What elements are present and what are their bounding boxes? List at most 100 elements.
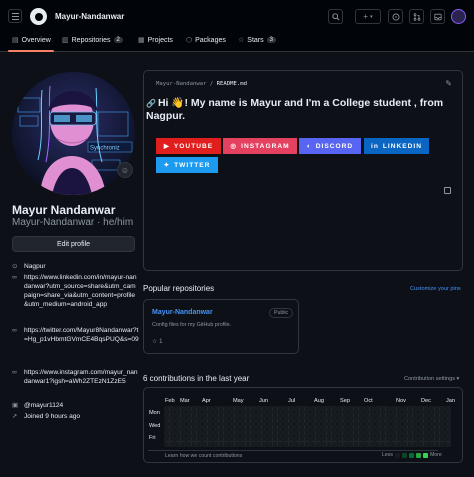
contribution-cell[interactable] xyxy=(336,417,343,424)
contribution-cell[interactable] xyxy=(218,429,224,436)
contribution-cell[interactable] xyxy=(380,435,386,442)
contribution-cell[interactable] xyxy=(417,406,424,412)
contribution-cell[interactable] xyxy=(385,429,392,436)
contribution-cell[interactable] xyxy=(363,411,370,418)
contribution-cell[interactable] xyxy=(212,423,219,430)
contribution-cell[interactable] xyxy=(277,441,284,448)
contribution-cell[interactable] xyxy=(261,423,268,430)
contribution-cell[interactable] xyxy=(326,435,332,442)
contribution-cell[interactable] xyxy=(336,429,343,436)
contribution-cell[interactable] xyxy=(407,411,413,418)
contribution-cell[interactable] xyxy=(439,423,446,430)
contribution-cell[interactable] xyxy=(326,406,332,412)
badge-instagram[interactable]: ◎ INSTAGRAM xyxy=(223,138,297,154)
contribution-cell[interactable] xyxy=(218,435,224,442)
contribution-cell[interactable] xyxy=(218,406,224,412)
contribution-cell[interactable] xyxy=(191,423,197,430)
contribution-cell[interactable] xyxy=(309,435,316,442)
contribution-cell[interactable] xyxy=(234,417,241,424)
contribution-cell[interactable] xyxy=(169,411,176,418)
contribution-cell[interactable] xyxy=(326,423,332,430)
contribution-cell[interactable] xyxy=(374,441,381,448)
contribution-cell[interactable] xyxy=(255,435,262,442)
contribution-cell[interactable] xyxy=(201,441,208,448)
customize-pins-link[interactable]: Customize your pins xyxy=(410,286,461,292)
contribution-cell[interactable] xyxy=(164,417,170,424)
contribution-cell[interactable] xyxy=(250,435,257,442)
contribution-cell[interactable] xyxy=(331,406,338,412)
contribution-cell[interactable] xyxy=(444,411,451,418)
contribution-cell[interactable] xyxy=(255,417,262,424)
contribution-cell[interactable] xyxy=(304,435,311,442)
github-logo[interactable] xyxy=(30,8,47,25)
contribution-cell[interactable] xyxy=(412,441,419,448)
contribution-cell[interactable] xyxy=(250,441,257,448)
contribution-cell[interactable] xyxy=(331,441,338,448)
user-avatar-small[interactable] xyxy=(451,9,466,24)
contribution-cell[interactable] xyxy=(299,411,305,418)
contribution-cell[interactable] xyxy=(407,406,413,412)
contribution-cell[interactable] xyxy=(347,435,354,442)
contribution-cell[interactable] xyxy=(315,417,322,424)
contribution-cell[interactable] xyxy=(299,406,305,412)
contribution-cell[interactable] xyxy=(374,429,381,436)
contribution-cell[interactable] xyxy=(434,435,440,442)
contribution-cell[interactable] xyxy=(207,423,214,430)
contribution-cell[interactable] xyxy=(207,435,214,442)
contribution-cell[interactable] xyxy=(201,423,208,430)
contribution-cell[interactable] xyxy=(309,411,316,418)
contribution-cell[interactable] xyxy=(228,435,235,442)
contribution-cell[interactable] xyxy=(428,435,435,442)
contribution-cell[interactable] xyxy=(320,435,327,442)
contribution-settings-button[interactable]: Contribution settings ▾ xyxy=(404,376,459,382)
tab-projects[interactable]: ▦ Projects xyxy=(138,36,173,45)
contribution-cell[interactable] xyxy=(266,429,273,436)
contribution-cell[interactable] xyxy=(326,411,332,418)
contribution-cell[interactable] xyxy=(342,406,349,412)
contribution-cell[interactable] xyxy=(444,423,451,430)
contribution-cell[interactable] xyxy=(407,429,413,436)
contribution-cell[interactable] xyxy=(185,441,192,448)
contribution-cell[interactable] xyxy=(326,441,332,448)
contribution-cell[interactable] xyxy=(385,417,392,424)
contribution-cell[interactable] xyxy=(407,417,413,424)
contribution-cell[interactable] xyxy=(369,429,376,436)
contribution-cell[interactable] xyxy=(353,417,359,424)
contribution-cell[interactable] xyxy=(293,429,300,436)
contribution-cell[interactable] xyxy=(401,411,408,418)
contribution-cell[interactable] xyxy=(288,441,295,448)
contribution-cell[interactable] xyxy=(369,417,376,424)
contribution-cell[interactable] xyxy=(255,406,262,412)
contribution-cell[interactable] xyxy=(169,429,176,436)
contribution-cell[interactable] xyxy=(439,435,446,442)
contribution-cell[interactable] xyxy=(245,435,251,442)
contribution-cell[interactable] xyxy=(234,406,241,412)
contribution-cell[interactable] xyxy=(396,417,403,424)
contribution-cell[interactable] xyxy=(266,406,273,412)
contribution-cell[interactable] xyxy=(412,406,419,412)
contribution-cell[interactable] xyxy=(304,406,311,412)
contribution-cell[interactable] xyxy=(390,411,397,418)
contribution-cell[interactable] xyxy=(380,441,386,448)
contribution-cell[interactable] xyxy=(369,406,376,412)
contribution-cell[interactable] xyxy=(385,406,392,412)
graph-scrollbar[interactable] xyxy=(148,450,438,451)
contribution-cell[interactable] xyxy=(191,406,197,412)
contribution-cell[interactable] xyxy=(277,417,284,424)
contribution-cell[interactable] xyxy=(266,423,273,430)
contribution-cell[interactable] xyxy=(266,411,273,418)
contribution-cell[interactable] xyxy=(212,441,219,448)
contribution-cell[interactable] xyxy=(380,429,386,436)
contribution-cell[interactable] xyxy=(417,441,424,448)
contribution-cell[interactable] xyxy=(218,423,224,430)
contribution-cell[interactable] xyxy=(239,423,246,430)
contribution-cell[interactable] xyxy=(401,417,408,424)
contribution-cell[interactable] xyxy=(223,435,230,442)
contribution-cell[interactable] xyxy=(315,429,322,436)
contribution-cell[interactable] xyxy=(347,417,354,424)
contribution-cell[interactable] xyxy=(277,435,284,442)
contribution-cell[interactable] xyxy=(250,429,257,436)
contribution-cell[interactable] xyxy=(358,423,365,430)
contribution-cell[interactable] xyxy=(309,423,316,430)
contribution-cell[interactable] xyxy=(174,417,181,424)
